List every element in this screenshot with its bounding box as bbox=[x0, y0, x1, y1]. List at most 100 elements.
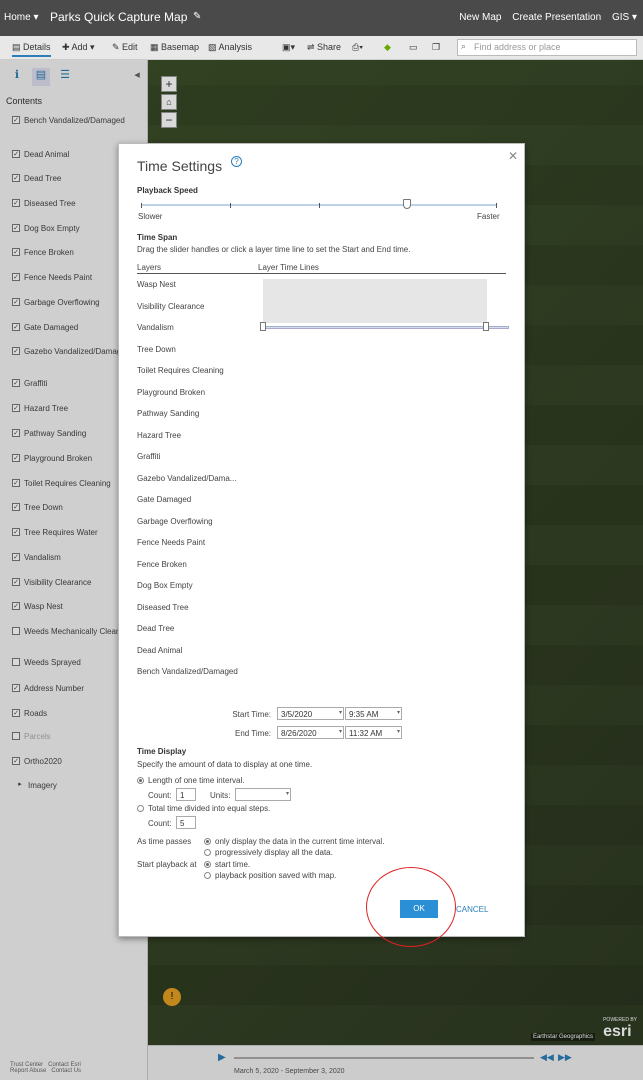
red-annotation-circle bbox=[366, 867, 456, 947]
dropdown-icon: ▾ bbox=[338, 729, 342, 735]
layers-column-header: Layers bbox=[137, 263, 162, 272]
speed-tick bbox=[230, 203, 231, 208]
dropdown-icon: ▾ bbox=[396, 710, 400, 716]
dialog-layer-name: Fence Broken bbox=[137, 559, 187, 569]
start-playback-at-label: Start playback at bbox=[137, 860, 197, 869]
faster-label: Faster bbox=[477, 212, 500, 221]
dialog-layer-name: Bench Vandalized/Damaged bbox=[137, 667, 238, 676]
map-title: Parks Quick Capture Map bbox=[50, 10, 188, 24]
count-label: Count: bbox=[148, 791, 172, 800]
toolbar: ▤ Details ✚ Add ▾ ✎ Edit ▦ Basemap ▧ Ana… bbox=[0, 36, 643, 60]
units-label: Units: bbox=[210, 791, 231, 800]
count2-input[interactable]: 5 bbox=[176, 816, 196, 829]
search-input[interactable]: ⌕ Find address or place bbox=[457, 39, 637, 56]
dialog-layer-name: Gazebo Vandalized/Dama... bbox=[137, 473, 237, 483]
edit-button[interactable]: ✎ Edit bbox=[112, 42, 138, 53]
start-time-label: Start Time: bbox=[232, 710, 271, 719]
dialog-layer-name: Dead Animal bbox=[137, 645, 183, 655]
analysis-button[interactable]: ▧ Analysis bbox=[208, 42, 252, 53]
dialog-layer-name: Vandalism bbox=[137, 323, 174, 332]
edit-title-icon[interactable]: ✎ bbox=[193, 11, 201, 22]
cancel-button[interactable]: CANCEL bbox=[456, 905, 488, 914]
analysis-icon: ▧ bbox=[208, 42, 219, 52]
equal-steps-radio[interactable] bbox=[137, 805, 144, 812]
only-current-option-label: only display the data in the current tim… bbox=[215, 837, 385, 846]
dialog-layer-name: Toilet Requires Cleaning bbox=[137, 366, 224, 375]
share-button[interactable]: ⇌ Share bbox=[307, 42, 341, 53]
end-time-field[interactable]: 11:32 AM ▾ bbox=[345, 726, 402, 739]
count-input[interactable]: 1 bbox=[176, 788, 196, 801]
equal-steps-option-label: Total time divided into equal steps. bbox=[148, 804, 271, 813]
save-icon[interactable]: ▣▾ bbox=[282, 42, 295, 53]
directions-icon[interactable]: ◆ bbox=[384, 42, 391, 53]
speed-tick bbox=[141, 203, 142, 208]
time-span-heading: Time Span bbox=[137, 233, 178, 242]
count2-label: Count: bbox=[148, 819, 172, 828]
add-button[interactable]: ✚ Add ▾ bbox=[62, 42, 95, 53]
basemap-button[interactable]: ▦ Basemap bbox=[150, 42, 199, 53]
end-handle[interactable] bbox=[483, 322, 489, 331]
share-icon: ⇌ bbox=[307, 42, 318, 52]
help-icon[interactable]: ? bbox=[231, 156, 242, 167]
close-icon[interactable]: ✕ bbox=[508, 149, 518, 163]
speed-tick bbox=[496, 203, 497, 208]
search-icon: ⌕ bbox=[461, 41, 467, 51]
saved-position-option-label: playback position saved with map. bbox=[215, 871, 337, 880]
measure-icon[interactable]: ▭ bbox=[409, 42, 418, 53]
only-current-radio[interactable] bbox=[204, 838, 211, 845]
create-presentation-link[interactable]: Create Presentation bbox=[512, 12, 601, 23]
units-select[interactable]: ▾ bbox=[235, 788, 291, 801]
time-span-slider[interactable] bbox=[263, 326, 509, 329]
dropdown-icon: ▾ bbox=[285, 791, 289, 797]
slower-label: Slower bbox=[138, 212, 163, 221]
home-menu[interactable]: Home ▾ bbox=[4, 12, 38, 23]
basemap-icon: ▦ bbox=[150, 42, 162, 52]
interval-radio[interactable] bbox=[137, 777, 144, 784]
end-time-label: End Time: bbox=[234, 729, 271, 738]
progressive-radio[interactable] bbox=[204, 849, 211, 856]
dialog-layer-name: Dead Tree bbox=[137, 624, 175, 633]
layers-table-header: Layers Layer Time Lines bbox=[137, 262, 506, 274]
dialog-layer-name: Pathway Sanding bbox=[137, 409, 200, 418]
playback-speed-handle[interactable] bbox=[403, 199, 411, 209]
saved-position-radio[interactable] bbox=[204, 872, 211, 879]
search-placeholder: Find address or place bbox=[474, 42, 561, 52]
new-map-link[interactable]: New Map bbox=[459, 12, 501, 23]
end-date-field[interactable]: 8/26/2020 ▾ bbox=[277, 726, 344, 739]
dialog-layer-name: Garbage Overflowing bbox=[137, 516, 213, 526]
dialog-title: Time Settings bbox=[137, 158, 223, 174]
playback-speed-heading: Playback Speed bbox=[137, 186, 198, 195]
dialog-layer-name: Wasp Nest bbox=[137, 280, 176, 289]
pencil-icon: ✎ bbox=[112, 42, 123, 52]
start-handle[interactable] bbox=[260, 322, 266, 331]
user-menu[interactable]: GIS ▾ bbox=[612, 12, 637, 23]
add-icon: ✚ bbox=[62, 42, 72, 52]
start-date-field[interactable]: 3/5/2020 ▾ bbox=[277, 707, 344, 720]
details-button[interactable]: ▤ Details bbox=[12, 42, 51, 57]
dropdown-icon: ▾ bbox=[338, 710, 342, 716]
interval-option-label: Length of one time interval. bbox=[148, 776, 245, 785]
time-settings-dialog: Time Settings ? ✕ Playback Speed Slower … bbox=[118, 143, 525, 937]
start-time-radio[interactable] bbox=[204, 861, 211, 868]
dialog-layer-name: Visibility Clearance bbox=[137, 301, 205, 311]
speed-tick bbox=[319, 203, 320, 208]
dialog-layer-name: Dog Box Empty bbox=[137, 581, 193, 590]
dropdown-icon: ▾ bbox=[396, 729, 400, 735]
start-time-option-label: start time. bbox=[215, 860, 251, 869]
progressive-option-label: progressively display all the data. bbox=[215, 848, 333, 857]
bookmarks-icon[interactable]: ❐ bbox=[432, 42, 440, 53]
time-display-help: Specify the amount of data to display at… bbox=[137, 760, 313, 769]
dialog-layer-name: Fence Needs Paint bbox=[137, 538, 206, 547]
dialog-layer-name: Playground Broken bbox=[137, 387, 206, 397]
time-span-help: Drag the slider handles or click a layer… bbox=[137, 245, 411, 254]
dialog-layer-name: Hazard Tree bbox=[137, 430, 182, 440]
dialog-layer-name: Diseased Tree bbox=[137, 602, 189, 612]
timelines-column-header: Layer Time Lines bbox=[258, 263, 319, 272]
as-time-passes-label: As time passes bbox=[137, 837, 192, 846]
dialog-layer-name: Tree Down bbox=[137, 344, 176, 354]
print-icon[interactable]: ⎙▾ bbox=[352, 42, 363, 53]
dialog-layer-name: Graffiti bbox=[137, 452, 161, 461]
top-bar: Home ▾ Parks Quick Capture Map ✎ New Map… bbox=[0, 0, 643, 36]
layer-time-lines[interactable] bbox=[263, 279, 487, 323]
start-time-field[interactable]: 9:35 AM ▾ bbox=[345, 707, 402, 720]
